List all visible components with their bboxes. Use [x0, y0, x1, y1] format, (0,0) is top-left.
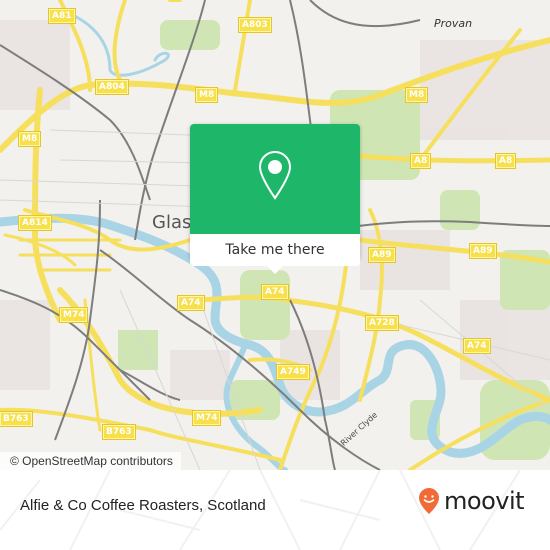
place-label-provan: Provan: [434, 17, 473, 30]
road-label-m8: M8: [19, 132, 41, 146]
road-label-a804: A804: [96, 80, 128, 94]
road-label-b763: B763: [0, 412, 32, 426]
road-label-a8: A8: [411, 154, 431, 168]
place-title: Alfie & Co Coffee Roasters, Scotland: [20, 497, 266, 514]
road-label-a89: A89: [470, 244, 496, 258]
take-me-there-label: Take me there: [225, 242, 325, 258]
road-label-a89: A89: [369, 248, 395, 262]
footer-bar: Alfie & Co Coffee Roasters, Scotland moo…: [0, 470, 550, 550]
road-label-a74: A74: [262, 285, 288, 299]
city-label-glasgow: Glas: [152, 212, 192, 233]
take-me-there-button[interactable]: Take me there: [190, 234, 360, 266]
road-label-m8: M8: [406, 88, 428, 102]
map-view[interactable]: A81 A803 A804 M8 M8 M8 A8 A8 A814 A89 A8…: [0, 0, 550, 470]
road-label-m74: M74: [193, 411, 221, 425]
road-label-a74: A74: [464, 339, 490, 353]
map-attribution[interactable]: © OpenStreetMap contributors: [0, 452, 181, 470]
location-popup[interactable]: Take me there: [190, 124, 360, 274]
popup-header: [190, 124, 360, 234]
road-label-b763: B763: [103, 425, 135, 439]
popup-pointer: [267, 266, 283, 274]
moovit-pin-icon: [419, 488, 439, 514]
map-pin-icon: [258, 150, 292, 200]
moovit-wordmark: moovit: [444, 487, 525, 515]
road-label-a803: A803: [239, 18, 271, 32]
road-label-m74: M74: [60, 308, 88, 322]
road-label-a8: A8: [496, 154, 516, 168]
road-label-a749: A749: [277, 365, 309, 379]
road-label-a728: A728: [366, 316, 398, 330]
road-label-a814: A814: [19, 216, 51, 230]
road-label-a74: A74: [178, 296, 204, 310]
road-label-m8: M8: [196, 88, 218, 102]
road-label-a81: A81: [49, 9, 75, 23]
moovit-logo[interactable]: moovit: [418, 487, 525, 515]
